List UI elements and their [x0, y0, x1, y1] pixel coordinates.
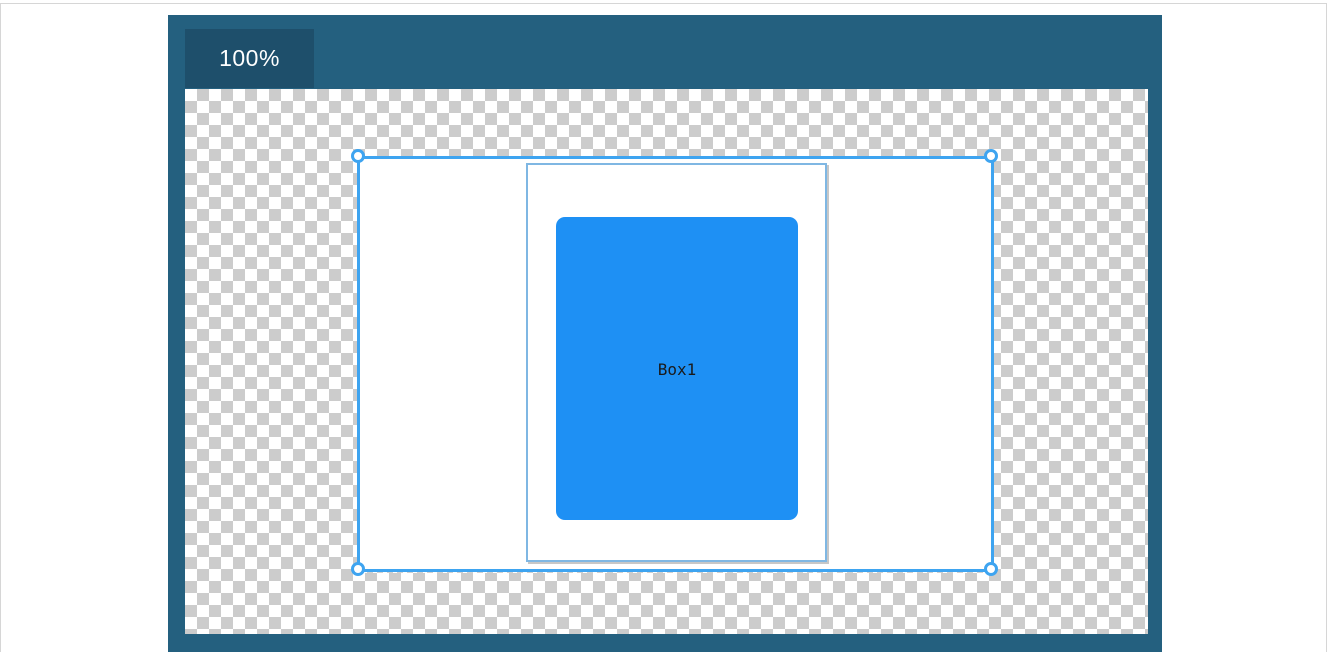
resize-handle-bottom-left[interactable] — [351, 562, 365, 576]
resize-handle-top-left[interactable] — [351, 149, 365, 163]
editor-frame: 100% Box1 — [168, 15, 1162, 652]
zoom-level-indicator[interactable]: 100% — [185, 29, 314, 88]
selection-outline — [357, 156, 994, 572]
resize-handle-top-right[interactable] — [984, 149, 998, 163]
resize-handle-bottom-right[interactable] — [984, 562, 998, 576]
page: 100% Box1 — [0, 0, 1327, 652]
top-border — [0, 0, 1327, 4]
transparent-canvas[interactable]: Box1 — [185, 89, 1148, 634]
left-border — [0, 4, 1, 652]
